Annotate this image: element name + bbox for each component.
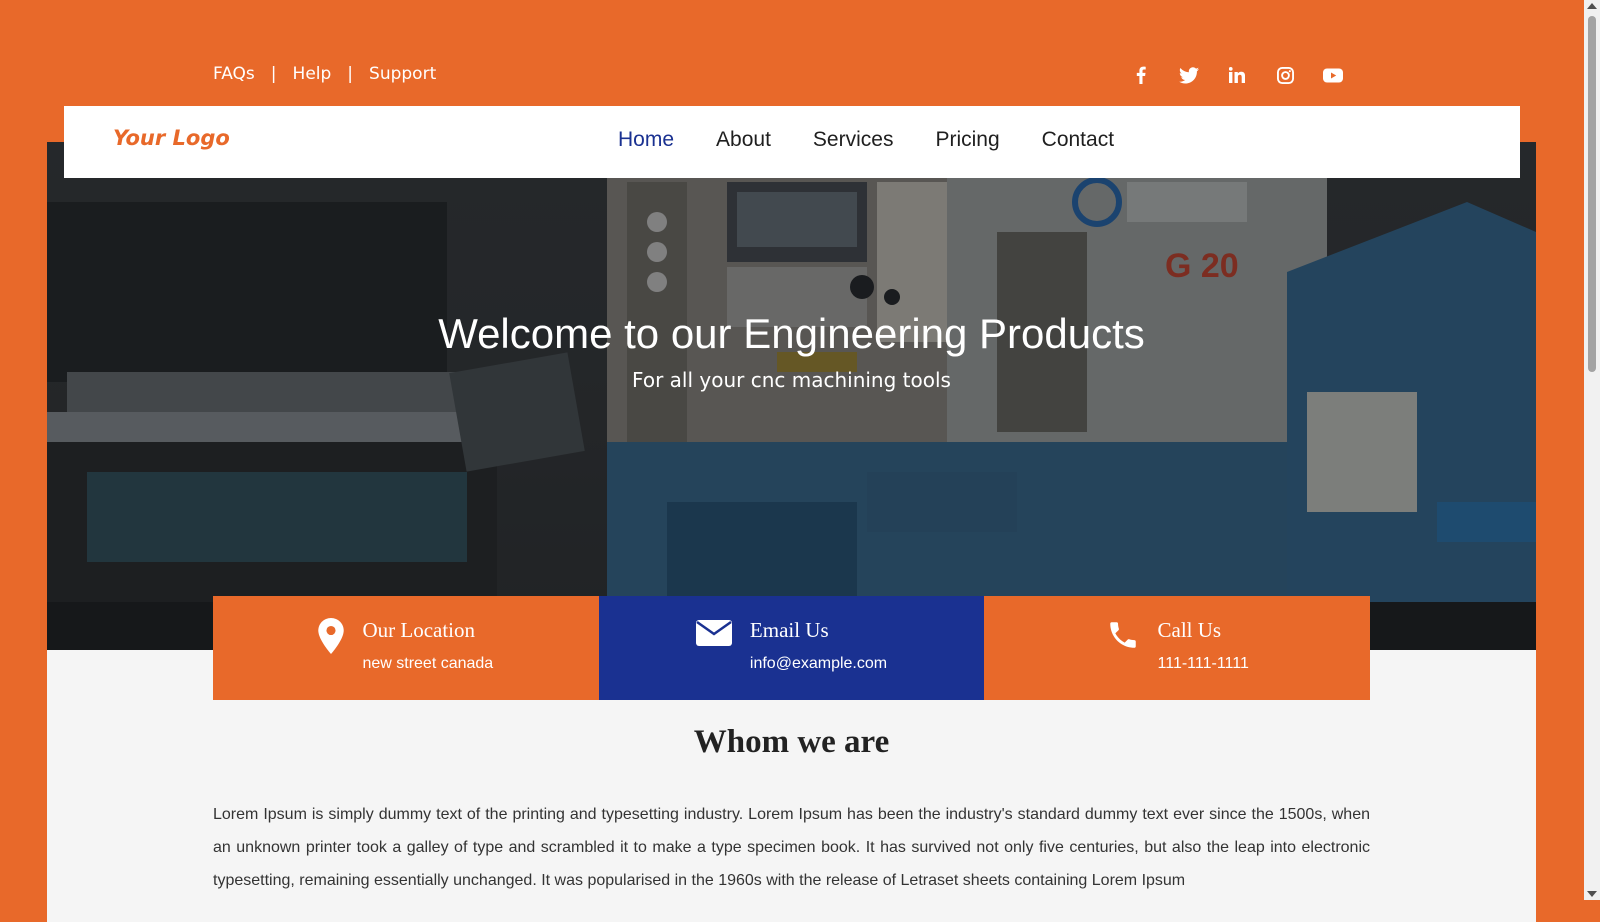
social-icons (1130, 64, 1344, 86)
nav-about[interactable]: About (716, 128, 771, 152)
hero-banner: G 20 Welcome to our Engineering Products… (47, 142, 1536, 650)
section-title: Whom we are (693, 724, 890, 760)
email-text[interactable]: info@example.com (750, 655, 887, 673)
support-link[interactable]: Support (369, 64, 436, 84)
section-paragraph: Lorem Ipsum is simply dummy text of the … (213, 806, 1370, 889)
scroll-thumb[interactable] (1588, 16, 1596, 372)
link-separator: | (347, 64, 354, 84)
linkedin-icon[interactable] (1226, 64, 1248, 86)
contact-info-strip: Our Location new street canada Email Us … (213, 596, 1371, 700)
cnc-machine-illustration: G 20 (47, 142, 1536, 650)
location-box: Our Location new street canada (213, 596, 599, 700)
hero-subtitle: For all your cnc machining tools (632, 368, 951, 392)
location-text: new street canada (362, 655, 494, 672)
hero-title: Welcome to our Engineering Products (438, 310, 1145, 357)
envelope-icon (695, 620, 732, 646)
email-box: Email Us info@example.com (598, 596, 985, 700)
nav-home[interactable]: Home (618, 128, 674, 152)
top-utility-links: FAQs | Help | Support (213, 64, 436, 84)
call-text[interactable]: 111-111-1111 (1158, 655, 1249, 673)
twitter-icon[interactable] (1178, 64, 1200, 86)
page-scrollbar[interactable] (1584, 0, 1600, 900)
location-title: Our Location (362, 618, 475, 642)
nav-pricing[interactable]: Pricing (935, 128, 999, 152)
main-menu: Home About Services Pricing Contact (618, 128, 1114, 152)
nav-contact[interactable]: Contact (1042, 128, 1114, 152)
scroll-up-arrow-icon[interactable] (1587, 3, 1597, 9)
facebook-icon[interactable] (1130, 64, 1152, 86)
main-navbar: Your Logo Home About Services Pricing Co… (64, 106, 1520, 178)
scroll-down-arrow-icon[interactable] (1587, 891, 1597, 897)
email-title: Email Us (749, 618, 829, 642)
youtube-icon[interactable] (1322, 64, 1344, 86)
call-box: Call Us 111-111-1111 (984, 596, 1371, 700)
call-title: Call Us (1157, 618, 1222, 642)
link-separator: | (270, 64, 277, 84)
site-logo[interactable]: Your Logo (113, 126, 230, 150)
location-pin-icon (318, 618, 345, 654)
nav-services[interactable]: Services (813, 128, 894, 152)
phone-icon (1109, 622, 1136, 648)
help-link[interactable]: Help (293, 64, 332, 84)
faqs-link[interactable]: FAQs (213, 64, 255, 84)
instagram-icon[interactable] (1274, 64, 1296, 86)
